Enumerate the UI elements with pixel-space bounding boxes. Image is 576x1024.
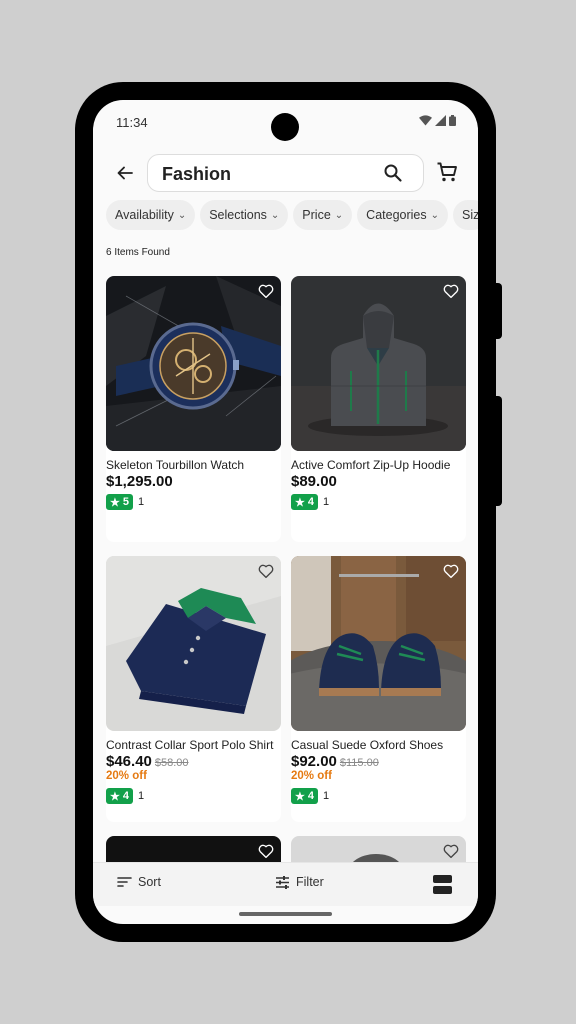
search-header: Fashion (93, 153, 478, 193)
search-field[interactable]: Fashion (147, 154, 424, 192)
cart-icon (437, 162, 457, 182)
product-name: Active Comfort Zip-Up Hoodie (291, 458, 451, 472)
product-rating: ★ 5 1 (106, 494, 144, 510)
rating-badge: ★ 5 (106, 494, 133, 510)
review-count: 1 (138, 790, 145, 802)
status-time: 11:34 (116, 115, 148, 130)
filter-chip-availability[interactable]: Availability ⌄ (106, 200, 196, 230)
signal-icon (435, 115, 446, 126)
review-count: 1 (323, 496, 330, 508)
heart-icon[interactable] (442, 282, 460, 300)
star-icon: ★ (110, 496, 120, 509)
bottom-action-bar: Sort Filter (93, 862, 478, 906)
product-card[interactable]: Casual Suede Oxford Shoes $92.00 $115.00 … (291, 556, 466, 822)
product-name: Contrast Collar Sport Polo Shirt (106, 738, 274, 752)
heart-icon[interactable] (257, 562, 275, 580)
discount-label: 20% off (291, 770, 332, 782)
product-price: $89.00 (291, 473, 337, 490)
filter-chip-price[interactable]: Price ⌄ (293, 200, 353, 230)
rating-badge: ★ 4 (106, 788, 133, 804)
sort-label: Sort (138, 875, 161, 889)
layout-toggle-button[interactable] (433, 875, 452, 894)
filter-label: Filter (296, 875, 324, 889)
search-icon[interactable] (383, 163, 403, 183)
product-price: $46.40 $58.00 (106, 753, 189, 770)
star-icon: ★ (295, 790, 305, 803)
product-image (291, 276, 466, 451)
rating-value: 5 (122, 496, 129, 508)
price-current: $46.40 (106, 753, 152, 770)
wifi-icon (419, 115, 432, 126)
chevron-down-icon: ⌄ (177, 209, 187, 221)
rating-badge: ★ 4 (291, 494, 318, 510)
product-name: Skeleton Tourbillon Watch (106, 458, 245, 472)
filter-button[interactable]: Filter (275, 875, 324, 889)
product-rating: ★ 4 1 (291, 494, 329, 510)
chevron-down-icon: ⌄ (430, 209, 440, 221)
heart-icon[interactable] (442, 562, 460, 580)
filter-chip-size[interactable]: Siz (453, 200, 478, 230)
star-icon: ★ (110, 790, 120, 803)
filter-chips: Availability ⌄ Selections ⌄ Price ⌄ Categories… (106, 200, 478, 230)
product-card[interactable]: Contrast Collar Sport Polo Shirt $46.40 $… (106, 556, 281, 822)
results-count: 6 Items Found (106, 247, 170, 258)
star-icon: ★ (295, 496, 305, 509)
chip-label: Categories (366, 208, 427, 222)
price-current: $1,295.00 (106, 473, 173, 490)
product-name: Casual Suede Oxford Shoes (291, 738, 444, 752)
chevron-down-icon: ⌄ (334, 209, 344, 221)
chip-label: Availability (115, 208, 174, 222)
chip-label: Price (302, 208, 331, 222)
cart-button[interactable] (436, 161, 460, 185)
sort-icon (117, 877, 132, 887)
product-rating: ★ 4 1 (106, 788, 144, 804)
product-price: $92.00 $115.00 (291, 753, 379, 770)
heart-icon[interactable] (442, 842, 460, 860)
price-original: $115.00 (339, 757, 379, 769)
app-screen: 11:34 Fashion Availability ⌄ Selections ⌄ Pr… (93, 100, 478, 924)
rating-value: 4 (122, 790, 129, 802)
chevron-down-icon: ⌄ (270, 209, 280, 221)
home-indicator[interactable] (239, 912, 332, 916)
back-button[interactable] (113, 161, 137, 185)
product-price: $1,295.00 (106, 473, 173, 490)
search-input[interactable]: Fashion (162, 164, 231, 185)
status-bar: 11:34 (93, 100, 478, 144)
product-card[interactable]: Active Comfort Zip-Up Hoodie $89.00 ★ 4 1 (291, 276, 466, 542)
price-current: $89.00 (291, 473, 337, 490)
heart-icon[interactable] (257, 282, 275, 300)
back-arrow-icon (117, 166, 133, 180)
chip-label: Selections (209, 208, 267, 222)
filter-chip-categories[interactable]: Categories ⌄ (357, 200, 449, 230)
rating-value: 4 (307, 496, 314, 508)
review-count: 1 (323, 790, 330, 802)
filter-chip-selections[interactable]: Selections ⌄ (200, 200, 289, 230)
status-icons (419, 115, 456, 126)
rating-badge: ★ 4 (291, 788, 318, 804)
sort-button[interactable]: Sort (117, 875, 161, 889)
product-card[interactable]: Skeleton Tourbillon Watch $1,295.00 ★ 5 1 (106, 276, 281, 542)
rating-value: 4 (307, 790, 314, 802)
product-image (106, 276, 281, 451)
product-image (106, 556, 281, 731)
filter-icon (276, 875, 289, 889)
heart-icon[interactable] (257, 842, 275, 860)
price-current: $92.00 (291, 753, 337, 770)
price-original: $58.00 (154, 757, 189, 769)
product-image (291, 556, 466, 731)
discount-label: 20% off (106, 770, 147, 782)
battery-icon (449, 115, 456, 126)
review-count: 1 (138, 496, 145, 508)
chip-label: Siz (462, 208, 478, 222)
layout-toggle-icon (433, 875, 452, 894)
front-camera (271, 113, 299, 141)
product-rating: ★ 4 1 (291, 788, 329, 804)
